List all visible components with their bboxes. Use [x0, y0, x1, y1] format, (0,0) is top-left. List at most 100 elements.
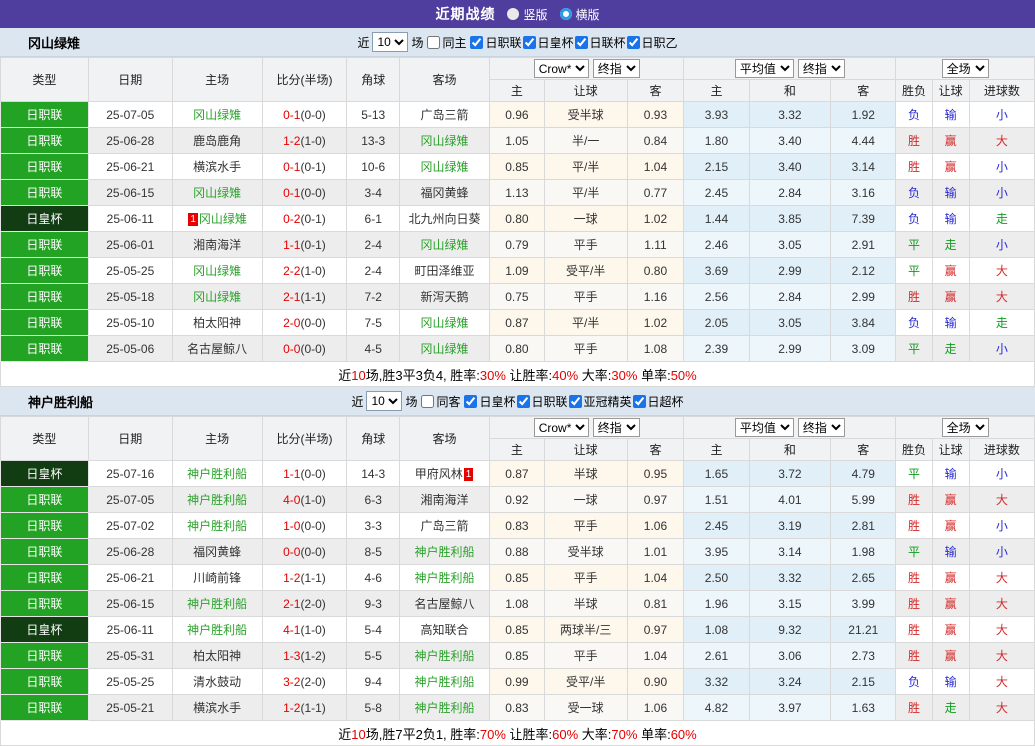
- team-name-link[interactable]: 冈山绿雉: [193, 264, 241, 278]
- league-checkbox[interactable]: [517, 395, 530, 408]
- team-name-link[interactable]: 川崎前锋: [193, 571, 241, 585]
- team-name-link[interactable]: 神户胜利船: [187, 623, 247, 637]
- home-team-cell: 神户胜利船: [172, 617, 262, 643]
- league-checkbox[interactable]: [470, 36, 483, 49]
- corner-cell: 6-1: [347, 206, 400, 232]
- team-name-link[interactable]: 冈山绿雉: [421, 134, 469, 148]
- filter-controls: 近 10 场 同主 日职联日皇杯日联杯日职乙: [357, 32, 677, 52]
- result-handicap-cell: 赢: [932, 128, 969, 154]
- league-checkbox[interactable]: [575, 36, 588, 49]
- team-name-link[interactable]: 湘南海洋: [421, 493, 469, 507]
- team-name-link[interactable]: 神户胜利船: [415, 649, 475, 663]
- team-name-link[interactable]: 神户胜利船: [415, 571, 475, 585]
- summary-segment: 10: [351, 727, 365, 742]
- odds-provider-select[interactable]: Crow*: [534, 418, 589, 437]
- team-name-link[interactable]: 神户胜利船: [187, 467, 247, 481]
- team-name-link[interactable]: 甲府风林: [415, 467, 463, 481]
- team-name-link[interactable]: 冈山绿雉: [193, 186, 241, 200]
- league-checkbox[interactable]: [633, 395, 646, 408]
- team-name-link[interactable]: 新泻天鹅: [421, 290, 469, 304]
- team-name-link[interactable]: 神户胜利船: [187, 493, 247, 507]
- team-name-link[interactable]: 冈山绿雉: [199, 212, 247, 226]
- avg-provider-select[interactable]: 平均值: [735, 59, 794, 78]
- away-team-cell: 神户胜利船: [400, 565, 490, 591]
- result-goals-cell: 大: [969, 695, 1034, 721]
- odds-handicap-cell: 受平/半: [544, 669, 627, 695]
- team-name-link[interactable]: 名古屋鲸八: [415, 597, 475, 611]
- team-name-link[interactable]: 广岛三箭: [421, 519, 469, 533]
- match-row: 日职联25-05-25清水鼓动3-2(2-0)9-4神户胜利船0.99受平/半0…: [1, 669, 1035, 695]
- avg-stage-select[interactable]: 终指: [798, 59, 845, 78]
- team-name-link[interactable]: 神户胜利船: [415, 675, 475, 689]
- corner-cell: 14-3: [347, 461, 400, 487]
- odds-provider-select[interactable]: Crow*: [534, 59, 589, 78]
- col-header-away: 客场: [400, 417, 490, 461]
- result-wdl-cell: 平: [896, 461, 932, 487]
- team-name-link[interactable]: 名古屋鲸八: [187, 342, 247, 356]
- result-wdl-cell: 负: [896, 310, 932, 336]
- radio-vertical[interactable]: 竖版: [507, 6, 547, 23]
- avg-away-cell: 1.92: [831, 102, 896, 128]
- same-venue-checkbox[interactable]: [421, 395, 434, 408]
- league-checkbox[interactable]: [569, 395, 582, 408]
- team-name-link[interactable]: 北九州向日葵: [409, 212, 481, 226]
- league-label: 日联杯: [590, 34, 626, 51]
- radio-horizontal[interactable]: 横版: [560, 6, 600, 23]
- team-name-link[interactable]: 冈山绿雉: [193, 108, 241, 122]
- odds-home-cell: 1.08: [490, 591, 545, 617]
- odds-group-header: Crow*终指: [490, 58, 684, 80]
- team-name-link[interactable]: 冈山绿雉: [193, 290, 241, 304]
- team-name-link[interactable]: 鹿岛鹿角: [193, 134, 241, 148]
- team-name-link[interactable]: 神户胜利船: [415, 545, 475, 559]
- avg-provider-select[interactable]: 平均值: [735, 418, 794, 437]
- scope-select[interactable]: 全场: [942, 59, 989, 78]
- team-name-link[interactable]: 柏太阳神: [193, 316, 241, 330]
- team-name-link[interactable]: 高知联合: [421, 623, 469, 637]
- radio-horizontal-icon[interactable]: [560, 8, 572, 20]
- result-goals-cell: 大: [969, 669, 1034, 695]
- result-handicap-cell: 输: [932, 180, 969, 206]
- team-name-link[interactable]: 湘南海洋: [193, 238, 241, 252]
- scope-select[interactable]: 全场: [942, 418, 989, 437]
- fulltime-score: 3-2: [283, 675, 300, 689]
- team-name-link[interactable]: 福冈黄蜂: [421, 186, 469, 200]
- summary-segment: 大率:: [578, 727, 611, 742]
- avg-stage-select[interactable]: 终指: [798, 418, 845, 437]
- team-name-link[interactable]: 神户胜利船: [187, 597, 247, 611]
- odds-stage-select[interactable]: 终指: [593, 59, 640, 78]
- fulltime-score: 0-0: [283, 545, 300, 559]
- team-section: 冈山绿雉 近 10 场 同主 日职联日皇杯日联杯日职乙 类型 日期 主场 比分(…: [0, 28, 1035, 387]
- fulltime-score: 2-0: [283, 316, 300, 330]
- odds-handicap-cell: 受半球: [544, 102, 627, 128]
- league-checkbox[interactable]: [627, 36, 640, 49]
- match-date-cell: 25-07-16: [88, 461, 172, 487]
- recent-count-select[interactable]: 10: [372, 32, 408, 52]
- home-team-cell: 柏太阳神: [172, 643, 262, 669]
- league-checkbox[interactable]: [523, 36, 536, 49]
- team-name-link[interactable]: 冈山绿雉: [421, 316, 469, 330]
- league-filter-group: 日皇杯日职联亚冠精英日超杯: [463, 393, 683, 410]
- recent-count-select[interactable]: 10: [366, 391, 402, 411]
- team-name-link[interactable]: 清水鼓动: [193, 675, 241, 689]
- team-name-link[interactable]: 冈山绿雉: [421, 342, 469, 356]
- same-venue-checkbox[interactable]: [427, 36, 440, 49]
- league-checkbox[interactable]: [464, 395, 477, 408]
- team-name-link[interactable]: 冈山绿雉: [421, 160, 469, 174]
- team-name-link[interactable]: 神户胜利船: [415, 701, 475, 715]
- halftime-score: (0-0): [300, 545, 325, 559]
- match-date-cell: 25-06-21: [88, 565, 172, 591]
- team-name-link[interactable]: 横滨水手: [193, 701, 241, 715]
- result-wdl-cell: 胜: [896, 154, 932, 180]
- radio-vertical-icon[interactable]: [507, 8, 519, 20]
- odds-stage-select[interactable]: 终指: [593, 418, 640, 437]
- team-name-link[interactable]: 广岛三箭: [421, 108, 469, 122]
- halftime-score: (1-1): [300, 290, 325, 304]
- odds-handicap-cell: 平/半: [544, 180, 627, 206]
- team-name-link[interactable]: 柏太阳神: [193, 649, 241, 663]
- team-name-link[interactable]: 冈山绿雉: [421, 238, 469, 252]
- team-name-link[interactable]: 神户胜利船: [187, 519, 247, 533]
- team-name-link[interactable]: 横滨水手: [193, 160, 241, 174]
- team-name-link[interactable]: 福冈黄蜂: [193, 545, 241, 559]
- team-name-link[interactable]: 町田泽维亚: [415, 264, 475, 278]
- odds-handicap-cell: 平/半: [544, 310, 627, 336]
